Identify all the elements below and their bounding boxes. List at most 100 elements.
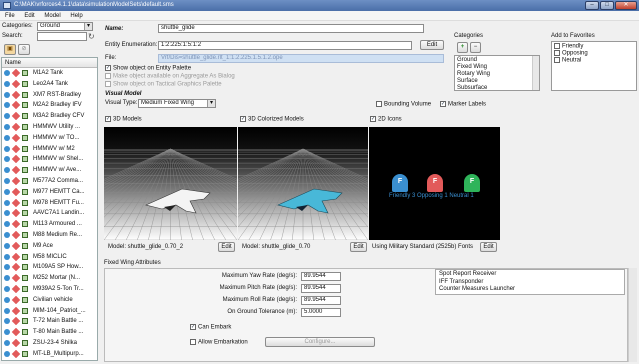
attribute-label: Maximum Yaw Rate (deg/s):: [221, 273, 297, 279]
tactical-palette-option[interactable]: Show object on Tactical Graphics Palette: [105, 81, 222, 88]
menu-help[interactable]: Help: [70, 13, 82, 19]
enum-edit-button[interactable]: Edit: [420, 40, 444, 50]
allow-embarkation-checkbox[interactable]: [190, 339, 196, 345]
capabilities-list[interactable]: Spot Report Receiver IFF Transponder Count…: [435, 269, 625, 295]
name-field[interactable]: shuttle_glide: [158, 24, 424, 33]
list-item[interactable]: Civilian vehicle: [2, 295, 95, 304]
icons-2d-option[interactable]: ✓ 2D Icons: [370, 116, 402, 123]
chevron-down-icon[interactable]: ▾: [207, 100, 215, 107]
capability-item[interactable]: IFF Transponder: [439, 279, 483, 285]
remove-model-button[interactable]: ⊘: [18, 44, 30, 55]
category-item[interactable]: Ground: [457, 57, 477, 63]
categories-dropdown[interactable]: Ground ▾: [37, 22, 93, 31]
models-3d-checkbox[interactable]: ✓: [105, 116, 111, 122]
list-item[interactable]: M9 Ace: [2, 241, 95, 250]
list-item[interactable]: M88 Medium Re...: [2, 231, 95, 239]
viewport-2d-icons[interactable]: F F F Friendly 3 Opposing 1 Neutral 1: [369, 127, 500, 240]
marker-labels-option[interactable]: ✓ Marker Labels: [440, 101, 486, 108]
add-category-button[interactable]: +: [457, 42, 468, 53]
favorites-list[interactable]: Friendly Opposing Neutral: [551, 41, 637, 91]
model1-edit-button[interactable]: Edit: [218, 242, 235, 252]
favorite-option[interactable]: Neutral: [554, 57, 581, 64]
category-item[interactable]: Rotary Wing: [457, 71, 490, 77]
marker-labels-checkbox[interactable]: ✓: [440, 101, 446, 107]
minimize-button[interactable]: –: [585, 1, 599, 10]
model3-edit-button[interactable]: Edit: [480, 242, 497, 252]
categories-scrollbar[interactable]: [532, 56, 539, 90]
category-item[interactable]: Surface: [457, 78, 478, 84]
list-item[interactable]: M3A2 Bradley CFV: [2, 112, 95, 121]
list-item[interactable]: M939A2 5-Ton Tr...: [2, 285, 95, 293]
bounding-volume-option[interactable]: Bounding Volume: [376, 101, 431, 108]
attribute-value-field[interactable]: 89.9544: [301, 296, 341, 305]
colorized-models-checkbox[interactable]: ✓: [240, 116, 246, 122]
capability-item[interactable]: Spot Report Receiver: [439, 271, 496, 277]
list-item[interactable]: M577A2 Comma...: [2, 177, 95, 185]
list-item[interactable]: HMMWV w/ Shel...: [2, 155, 95, 164]
refresh-icon[interactable]: ↻: [88, 32, 96, 41]
capability-item[interactable]: Counter Measures Launcher: [439, 286, 515, 292]
aggregate-option[interactable]: Make object available on Aggregate As Bi…: [105, 73, 235, 80]
list-item[interactable]: M978 HEMTT Fu...: [2, 198, 95, 207]
favorite-checkbox[interactable]: [554, 57, 560, 63]
list-item[interactable]: M109A5 SP How...: [2, 263, 95, 272]
list-item[interactable]: MIM-104_Patriot_...: [2, 306, 95, 315]
list-item[interactable]: M2A2 Bradley IFV: [2, 101, 95, 110]
file-field[interactable]: Vrf/Dis=shuttle_glide.rlt_1:1.2.225.1.5.…: [158, 54, 444, 63]
list-item[interactable]: HMMWV Utility ...: [2, 123, 95, 131]
model2-edit-button[interactable]: Edit: [350, 242, 367, 252]
favorite-checkbox[interactable]: [554, 43, 560, 49]
list-item[interactable]: M977 HEMTT Ca...: [2, 187, 95, 196]
list-item[interactable]: M113 Armoured ...: [2, 220, 95, 229]
categories-list[interactable]: Ground Fixed Wing Rotary Wing Surface Subsur…: [454, 55, 540, 91]
viewport-3d-colorized[interactable]: [238, 127, 368, 240]
entity-palette-checkbox[interactable]: ✓: [105, 65, 111, 71]
bounding-volume-checkbox[interactable]: [376, 101, 382, 107]
list-item[interactable]: ZSU-23-4 Shilka: [2, 339, 95, 347]
menu-file[interactable]: File: [5, 13, 15, 19]
category-item[interactable]: Subsurface: [457, 85, 487, 90]
list-item[interactable]: MT-LB_Multipurp...: [2, 349, 95, 358]
list-item[interactable]: T-80 Main Battle ...: [2, 328, 95, 337]
list-item[interactable]: M1A2 Tank: [2, 69, 95, 77]
attribute-value-field[interactable]: 89.9544: [301, 284, 341, 293]
list-item[interactable]: XM7 RST-Bradley: [2, 90, 95, 99]
configure-button[interactable]: Configure...: [265, 337, 375, 347]
list-item[interactable]: HMMWV w/ Ave...: [2, 166, 95, 175]
list-item[interactable]: HMMWV w/ M2: [2, 144, 95, 153]
list-item[interactable]: AAVC7A1 Landin...: [2, 209, 95, 218]
list-item[interactable]: T-72 Main Battle ...: [2, 317, 95, 326]
models-3d-option[interactable]: ✓ 3D Models: [105, 116, 142, 123]
favorite-option[interactable]: Opposing: [554, 50, 588, 57]
colorized-models-option[interactable]: ✓ 3D Colorized Models: [240, 116, 304, 123]
add-model-button[interactable]: ▣: [4, 44, 16, 55]
list-item[interactable]: M58 MICLIC: [2, 252, 95, 261]
can-embark-checkbox[interactable]: ✓: [190, 324, 196, 330]
favorite-checkbox[interactable]: [554, 50, 560, 56]
remove-category-button[interactable]: −: [470, 42, 481, 53]
visual-type-dropdown[interactable]: Medium Fixed Wing ▾: [138, 99, 216, 108]
allow-embarkation-option[interactable]: Allow Embarkation: [190, 339, 248, 346]
list-item[interactable]: HMMWV w/ TO...: [2, 133, 95, 142]
close-button[interactable]: ✕: [615, 1, 637, 10]
search-input[interactable]: [37, 32, 87, 41]
enum-field[interactable]: 1:2:225:1:5:1:2: [158, 41, 412, 50]
favorite-option[interactable]: Friendly: [554, 43, 583, 50]
menu-model[interactable]: Model: [44, 13, 60, 19]
list-item[interactable]: Leo2A4 Tank: [2, 79, 95, 88]
aggregate-checkbox[interactable]: [105, 73, 111, 79]
attribute-value-field[interactable]: 5.0000: [301, 308, 341, 317]
menu-edit[interactable]: Edit: [24, 13, 34, 19]
category-item[interactable]: Fixed Wing: [457, 64, 487, 70]
icons-2d-checkbox[interactable]: ✓: [370, 116, 376, 122]
list-item[interactable]: M252 Mortar (N...: [2, 274, 95, 283]
chevron-down-icon[interactable]: ▾: [84, 23, 92, 30]
panel-scrollbar[interactable]: [628, 268, 637, 362]
can-embark-option[interactable]: ✓ Can Embark: [190, 324, 231, 331]
entity-palette-option[interactable]: ✓ Show object on Entity Palette: [105, 65, 191, 72]
viewport-3d-models[interactable]: [104, 127, 237, 240]
list-header[interactable]: Name: [2, 58, 97, 68]
tactical-palette-checkbox[interactable]: [105, 81, 111, 87]
maximize-button[interactable]: □: [600, 1, 614, 10]
attribute-value-field[interactable]: 89.9544: [301, 272, 341, 281]
